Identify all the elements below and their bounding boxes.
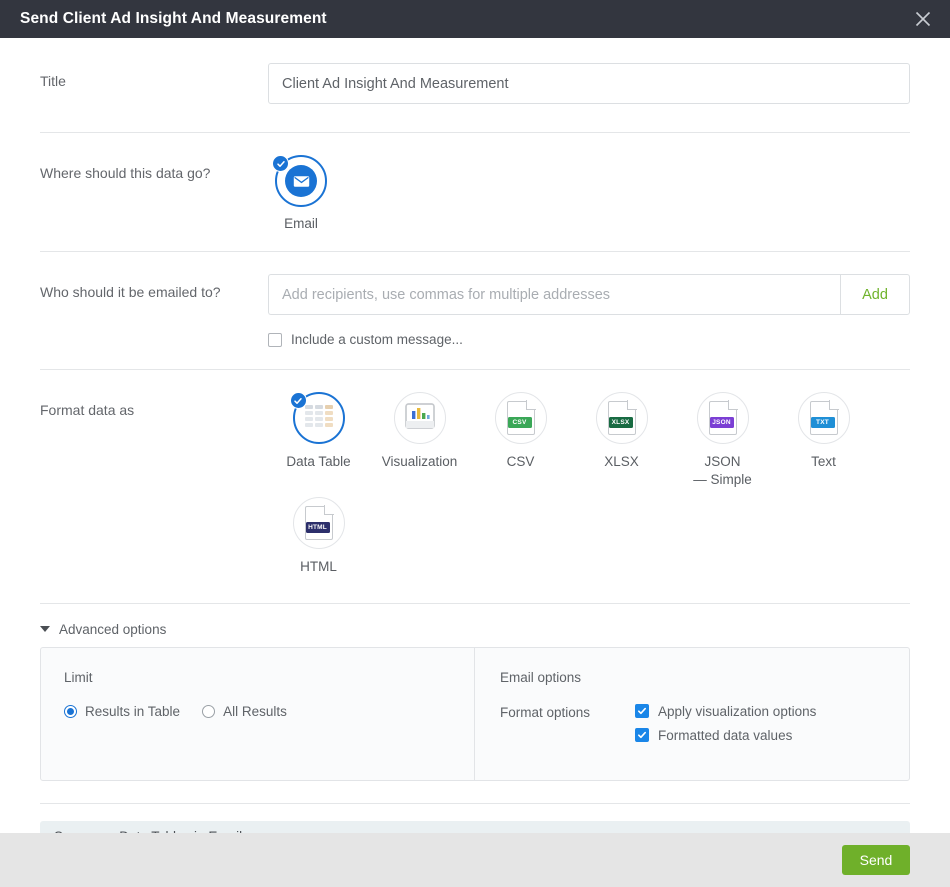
recipients-label: Who should it be emailed to?: [40, 284, 221, 300]
dialog-title: Send Client Ad Insight And Measurement: [20, 10, 327, 28]
summary-text: Summary: Data Table via Email: [54, 829, 242, 833]
option-label: Apply visualization options: [658, 703, 817, 719]
limit-option-all-results[interactable]: All Results: [202, 704, 287, 719]
summary-bar: Summary: Data Table via Email: [40, 820, 910, 833]
file-badge: TXT: [810, 417, 835, 428]
advanced-options-panel: Limit Results in Table All Results Email…: [40, 646, 910, 781]
send-dialog: Send Client Ad Insight And Measurement T…: [0, 0, 950, 887]
destination-label: Where should this data go?: [40, 165, 211, 181]
divider: [40, 602, 910, 604]
format-row: Format data as Data Table Visualization …: [0, 370, 950, 603]
limit-panel: Limit Results in Table All Results: [41, 647, 475, 780]
format-option-label: Visualization: [381, 454, 458, 469]
format-option-label: JSON — Simple: [693, 454, 752, 488]
format-circle: JSON: [696, 392, 749, 444]
send-button[interactable]: Send: [842, 845, 910, 875]
option-formatted-data-values[interactable]: Formatted data values: [635, 728, 909, 743]
add-recipient-button[interactable]: Add: [840, 274, 910, 315]
format-option-xlsx[interactable]: XLSX XLSX: [571, 392, 672, 489]
format-circle: [289, 392, 345, 444]
format-options-checkbox-list: Apply visualization options Formatted da…: [635, 704, 909, 752]
file-icon: XLSX: [607, 400, 637, 435]
destination-option-label: Email: [284, 216, 318, 231]
format-option-json[interactable]: JSON JSON — Simple: [672, 392, 773, 489]
divider: [40, 802, 910, 804]
custom-message-checkbox[interactable]: [268, 332, 282, 347]
file-badge: CSV: [507, 417, 532, 428]
chevron-down-icon: [40, 626, 50, 633]
chart-icon: [404, 402, 435, 434]
radio-icon[interactable]: [202, 704, 216, 718]
limit-option-label: Results in Table: [85, 703, 181, 719]
file-badge: JSON: [709, 417, 734, 428]
format-option-text[interactable]: TXT Text: [773, 392, 874, 489]
advanced-options-label: Advanced options: [59, 621, 167, 637]
format-option-label: Data Table: [286, 454, 351, 469]
radio-icon[interactable]: [64, 704, 77, 718]
format-circle: XLSX: [595, 392, 648, 444]
check-icon: [272, 155, 289, 172]
email-options-heading: Email options: [500, 669, 582, 685]
format-options-grid: Data Table Visualization CSV CSV XLSX XL…: [268, 392, 910, 585]
format-option-label: CSV: [506, 454, 535, 469]
format-option-label: Text: [811, 454, 836, 469]
destination-circle: [272, 155, 327, 207]
file-icon: TXT: [809, 400, 839, 435]
file-icon: HTML: [304, 505, 334, 541]
close-icon[interactable]: [910, 6, 936, 32]
format-circle: TXT: [797, 392, 850, 444]
format-option-visualization[interactable]: Visualization: [369, 392, 470, 489]
title-row: Title: [0, 38, 950, 132]
limit-heading: Limit: [64, 669, 93, 685]
destination-row: Where should this data go? Email: [0, 133, 950, 251]
limit-option-results-in-table[interactable]: Results in Table: [64, 704, 180, 719]
limit-radio-group: Results in Table All Results: [64, 704, 474, 719]
format-option-html[interactable]: HTML HTML: [268, 497, 369, 576]
format-option-data-table[interactable]: Data Table: [268, 392, 369, 489]
checkbox-icon[interactable]: [635, 704, 649, 719]
format-circle: HTML: [292, 497, 345, 550]
option-label: Formatted data values: [658, 727, 793, 743]
format-circle: [393, 392, 446, 444]
format-option-label: HTML: [300, 559, 337, 575]
email-options-panel: Email options Format options Apply visua: [475, 648, 909, 780]
format-option-csv[interactable]: CSV CSV: [470, 392, 571, 489]
advanced-options-section: Advanced options Limit Results in Table …: [0, 616, 950, 781]
format-option-label: XLSX: [604, 454, 639, 469]
custom-message-toggle[interactable]: Include a custom message...: [268, 332, 910, 347]
dialog-body: Title Where should this data go?: [0, 38, 950, 833]
limit-option-label: All Results: [223, 703, 287, 719]
file-icon: CSV: [506, 400, 536, 435]
option-apply-visualization-options[interactable]: Apply visualization options: [635, 704, 909, 719]
dialog-footer: Send: [0, 833, 950, 887]
table-icon: [304, 404, 333, 432]
recipients-row: Who should it be emailed to? Add Include…: [0, 252, 950, 369]
file-badge: XLSX: [608, 417, 633, 428]
title-label: Title: [40, 73, 66, 89]
file-icon: JSON: [708, 400, 738, 435]
check-icon: [289, 392, 307, 409]
format-options-row: Format options Apply visualization optio…: [500, 704, 909, 752]
advanced-options-toggle[interactable]: Advanced options: [40, 616, 910, 647]
format-label: Format data as: [40, 402, 135, 418]
format-circle: CSV: [494, 392, 547, 444]
file-badge: HTML: [305, 522, 330, 534]
recipients-input-group: Add: [268, 274, 910, 315]
recipients-input[interactable]: [268, 274, 840, 315]
dialog-titlebar: Send Client Ad Insight And Measurement: [0, 0, 950, 38]
checkbox-icon[interactable]: [635, 728, 649, 743]
destination-option-email[interactable]: Email: [268, 155, 334, 231]
format-options-label: Format options: [500, 704, 591, 720]
envelope-icon: [285, 165, 317, 197]
title-input[interactable]: [268, 63, 910, 104]
custom-message-label: Include a custom message...: [291, 332, 463, 347]
